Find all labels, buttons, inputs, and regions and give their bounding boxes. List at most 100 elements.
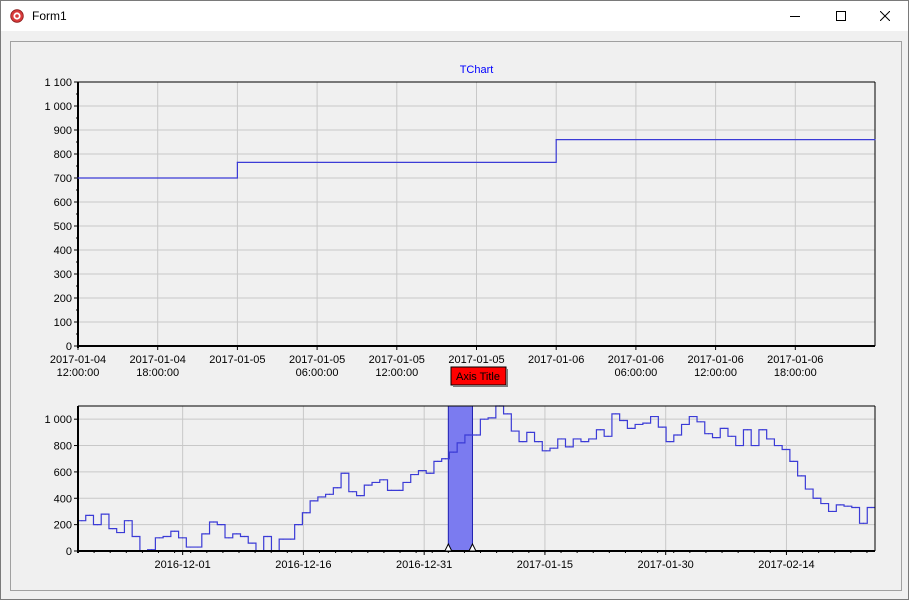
top-x-tick-date: 2017-01-05 xyxy=(209,354,265,366)
close-icon xyxy=(880,11,890,21)
bottom-data-point xyxy=(305,512,307,514)
close-button[interactable] xyxy=(862,1,908,31)
bottom-data-point xyxy=(468,434,470,436)
bottom-data-point xyxy=(228,537,230,539)
bottom-data-point xyxy=(236,533,238,535)
minimize-button[interactable] xyxy=(772,1,818,31)
bottom-data-point xyxy=(793,460,795,462)
bottom-data-point xyxy=(831,510,834,513)
bottom-data-point xyxy=(870,506,872,509)
bottom-y-tick-label: 600 xyxy=(54,467,72,479)
top-x-tick-date: 2017-01-06 xyxy=(767,354,823,366)
bottom-x-tick-label: 2017-01-30 xyxy=(638,559,694,571)
window-title: Form1 xyxy=(32,9,67,23)
bottom-data-point xyxy=(119,531,122,534)
bottom-x-tick-label: 2016-12-16 xyxy=(275,559,331,571)
bottom-data-point xyxy=(653,415,656,418)
bottom-data-point xyxy=(282,538,284,540)
form-client-area: TChart 0 100 200 300 400 500 600 700 800 900 1 000 1… xyxy=(1,31,908,599)
bottom-y-tick-label: 200 xyxy=(54,520,72,532)
bottom-data-point xyxy=(398,489,400,491)
bottom-data-point xyxy=(591,438,594,440)
top-chart[interactable]: TChart 0 100 200 300 400 500 600 700 800 900 1 000 1… xyxy=(44,64,876,379)
bottom-data-point xyxy=(514,430,516,432)
bottom-data-point xyxy=(243,535,245,538)
bottom-data-point xyxy=(266,535,269,538)
maximize-button[interactable] xyxy=(818,1,864,31)
bottom-data-point xyxy=(212,521,215,523)
top-data-point xyxy=(874,139,876,141)
bottom-data-point xyxy=(638,423,640,426)
window: Form1 TChart 0 100 200 300 400 500 600 700 800 900… xyxy=(0,0,909,600)
bottom-data-point xyxy=(444,458,447,460)
bottom-data-point xyxy=(700,421,702,423)
top-x-tick-time: 12:00:00 xyxy=(375,367,418,379)
bottom-data-point xyxy=(754,444,756,447)
bottom-data-point xyxy=(530,431,532,433)
bottom-data-point xyxy=(855,506,857,509)
bottom-data-point xyxy=(81,520,83,522)
bottom-data-point xyxy=(785,448,787,451)
bottom-data-point xyxy=(174,530,176,532)
bottom-data-point xyxy=(553,447,555,449)
top-x-tick-date: 2017-01-05 xyxy=(448,354,504,366)
top-data-point xyxy=(77,177,79,179)
bottom-chart[interactable]: 0 200 400 600 800 1 000 2016-12-01 2016-12-16 20… xyxy=(44,405,876,571)
bottom-x-tick-label: 2016-12-31 xyxy=(396,559,452,571)
bottom-data-point xyxy=(475,434,478,436)
top-x-tick-date: 2017-01-06 xyxy=(687,354,743,366)
bottom-data-point xyxy=(561,438,563,440)
bottom-series-line xyxy=(78,405,875,552)
top-y-tick-label: 700 xyxy=(54,173,72,185)
title-bar[interactable]: Form1 xyxy=(1,1,908,31)
bottom-data-point xyxy=(669,440,671,443)
bottom-data-point xyxy=(328,493,331,495)
tooltip-text: Axis Title xyxy=(456,371,500,383)
bottom-data-point xyxy=(460,442,462,444)
bottom-data-point xyxy=(158,537,160,539)
tooltip-shadow-bottom xyxy=(453,385,508,387)
bottom-y-tick-label: 400 xyxy=(54,493,72,505)
tchart-panel[interactable]: TChart 0 100 200 300 400 500 600 700 800 900 1 000 1… xyxy=(10,41,902,591)
bottom-data-point xyxy=(506,413,509,415)
bottom-data-point xyxy=(251,542,253,544)
maximize-icon xyxy=(836,11,846,21)
bottom-data-point xyxy=(630,427,632,430)
range-selection-band[interactable] xyxy=(447,405,473,552)
bottom-data-point xyxy=(522,440,524,443)
top-x-tick-date: 2017-01-05 xyxy=(369,354,425,366)
bottom-data-point xyxy=(769,438,772,440)
bottom-data-point xyxy=(537,440,540,443)
top-x-tick-time: 06:00:00 xyxy=(296,367,339,379)
bottom-x-tick-label: 2017-01-15 xyxy=(517,559,573,571)
top-x-tick-date: 2017-01-05 xyxy=(289,354,345,366)
bottom-data-point xyxy=(692,415,694,418)
bottom-data-point xyxy=(568,446,570,448)
bottom-data-point xyxy=(584,440,586,443)
bottom-data-point xyxy=(429,472,431,474)
top-data-point xyxy=(555,139,557,141)
bottom-data-point xyxy=(135,535,137,538)
bottom-data-point xyxy=(483,418,485,420)
bottom-data-point xyxy=(607,435,609,437)
bottom-data-point xyxy=(824,502,826,505)
bottom-y-tick-label: 800 xyxy=(54,441,72,453)
bottom-data-point xyxy=(576,438,578,440)
bottom-data-point xyxy=(413,473,416,476)
bottom-data-point xyxy=(731,435,733,437)
axis-title-tooltip: Axis Title xyxy=(450,366,508,387)
bottom-data-point xyxy=(166,535,168,538)
bottom-data-point xyxy=(197,546,199,548)
bottom-data-point xyxy=(313,500,315,502)
bottom-data-point xyxy=(375,481,377,484)
bottom-data-point xyxy=(112,527,114,530)
bottom-data-point xyxy=(723,427,725,430)
bottom-data-point xyxy=(677,434,679,436)
top-y-tick-label: 900 xyxy=(54,125,72,137)
tchart-canvas[interactable]: TChart 0 100 200 300 400 500 600 700 800 900 1 000 1… xyxy=(11,42,901,590)
bottom-data-point xyxy=(800,475,803,477)
bottom-x-tick-label: 2016-12-01 xyxy=(155,559,211,571)
bottom-data-point xyxy=(684,423,687,426)
top-y-tick-label: 600 xyxy=(54,197,72,209)
top-x-tick-date: 2017-01-04 xyxy=(130,354,186,366)
